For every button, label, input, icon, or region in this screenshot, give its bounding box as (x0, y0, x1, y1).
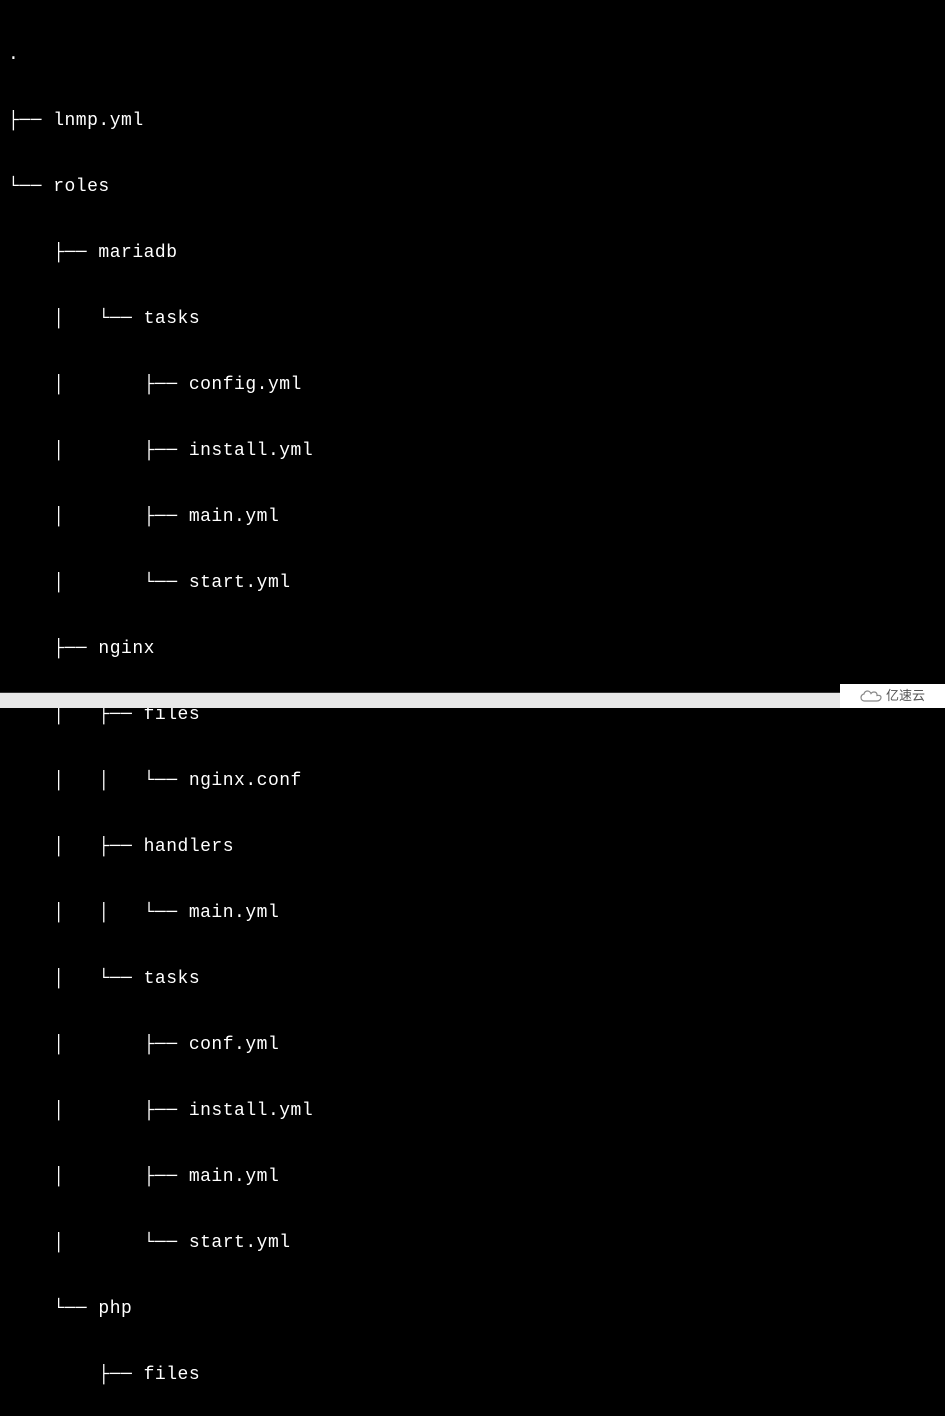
watermark-text: 亿速云 (886, 685, 925, 707)
tree-file-mariadb-main: │ ├── main.yml (8, 506, 937, 528)
tree-file-nginx-tasks-conf: │ ├── conf.yml (8, 1034, 937, 1056)
tree-dir-mariadb-tasks: │ └── tasks (8, 308, 937, 330)
watermark-badge: 亿速云 (840, 684, 945, 708)
bottom-scrollbar-area (0, 692, 840, 708)
tree-root: . (8, 44, 937, 66)
tree-file-nginx-tasks-install: │ ├── install.yml (8, 1100, 937, 1122)
tree-file-nginx-conf: │ │ └── nginx.conf (8, 770, 937, 792)
tree-file-nginx-handlers-main: │ │ └── main.yml (8, 902, 937, 924)
tree-file-mariadb-config: │ ├── config.yml (8, 374, 937, 396)
tree-file-lnmp: ├── lnmp.yml (8, 110, 937, 132)
tree-dir-nginx-tasks: │ └── tasks (8, 968, 937, 990)
tree-dir-php-files: ├── files (8, 1364, 937, 1386)
tree-dir-nginx-handlers: │ ├── handlers (8, 836, 937, 858)
tree-file-nginx-tasks-start: │ └── start.yml (8, 1232, 937, 1254)
tree-dir-php: └── php (8, 1298, 937, 1320)
terminal-tree-output: . ├── lnmp.yml └── roles ├── mariadb │ └… (0, 0, 945, 1416)
tree-dir-mariadb: ├── mariadb (8, 242, 937, 264)
tree-dir-roles: └── roles (8, 176, 937, 198)
tree-file-mariadb-install: │ ├── install.yml (8, 440, 937, 462)
tree-file-mariadb-start: │ └── start.yml (8, 572, 937, 594)
tree-dir-nginx: ├── nginx (8, 638, 937, 660)
tree-file-nginx-tasks-main: │ ├── main.yml (8, 1166, 937, 1188)
cloud-icon (860, 689, 882, 703)
